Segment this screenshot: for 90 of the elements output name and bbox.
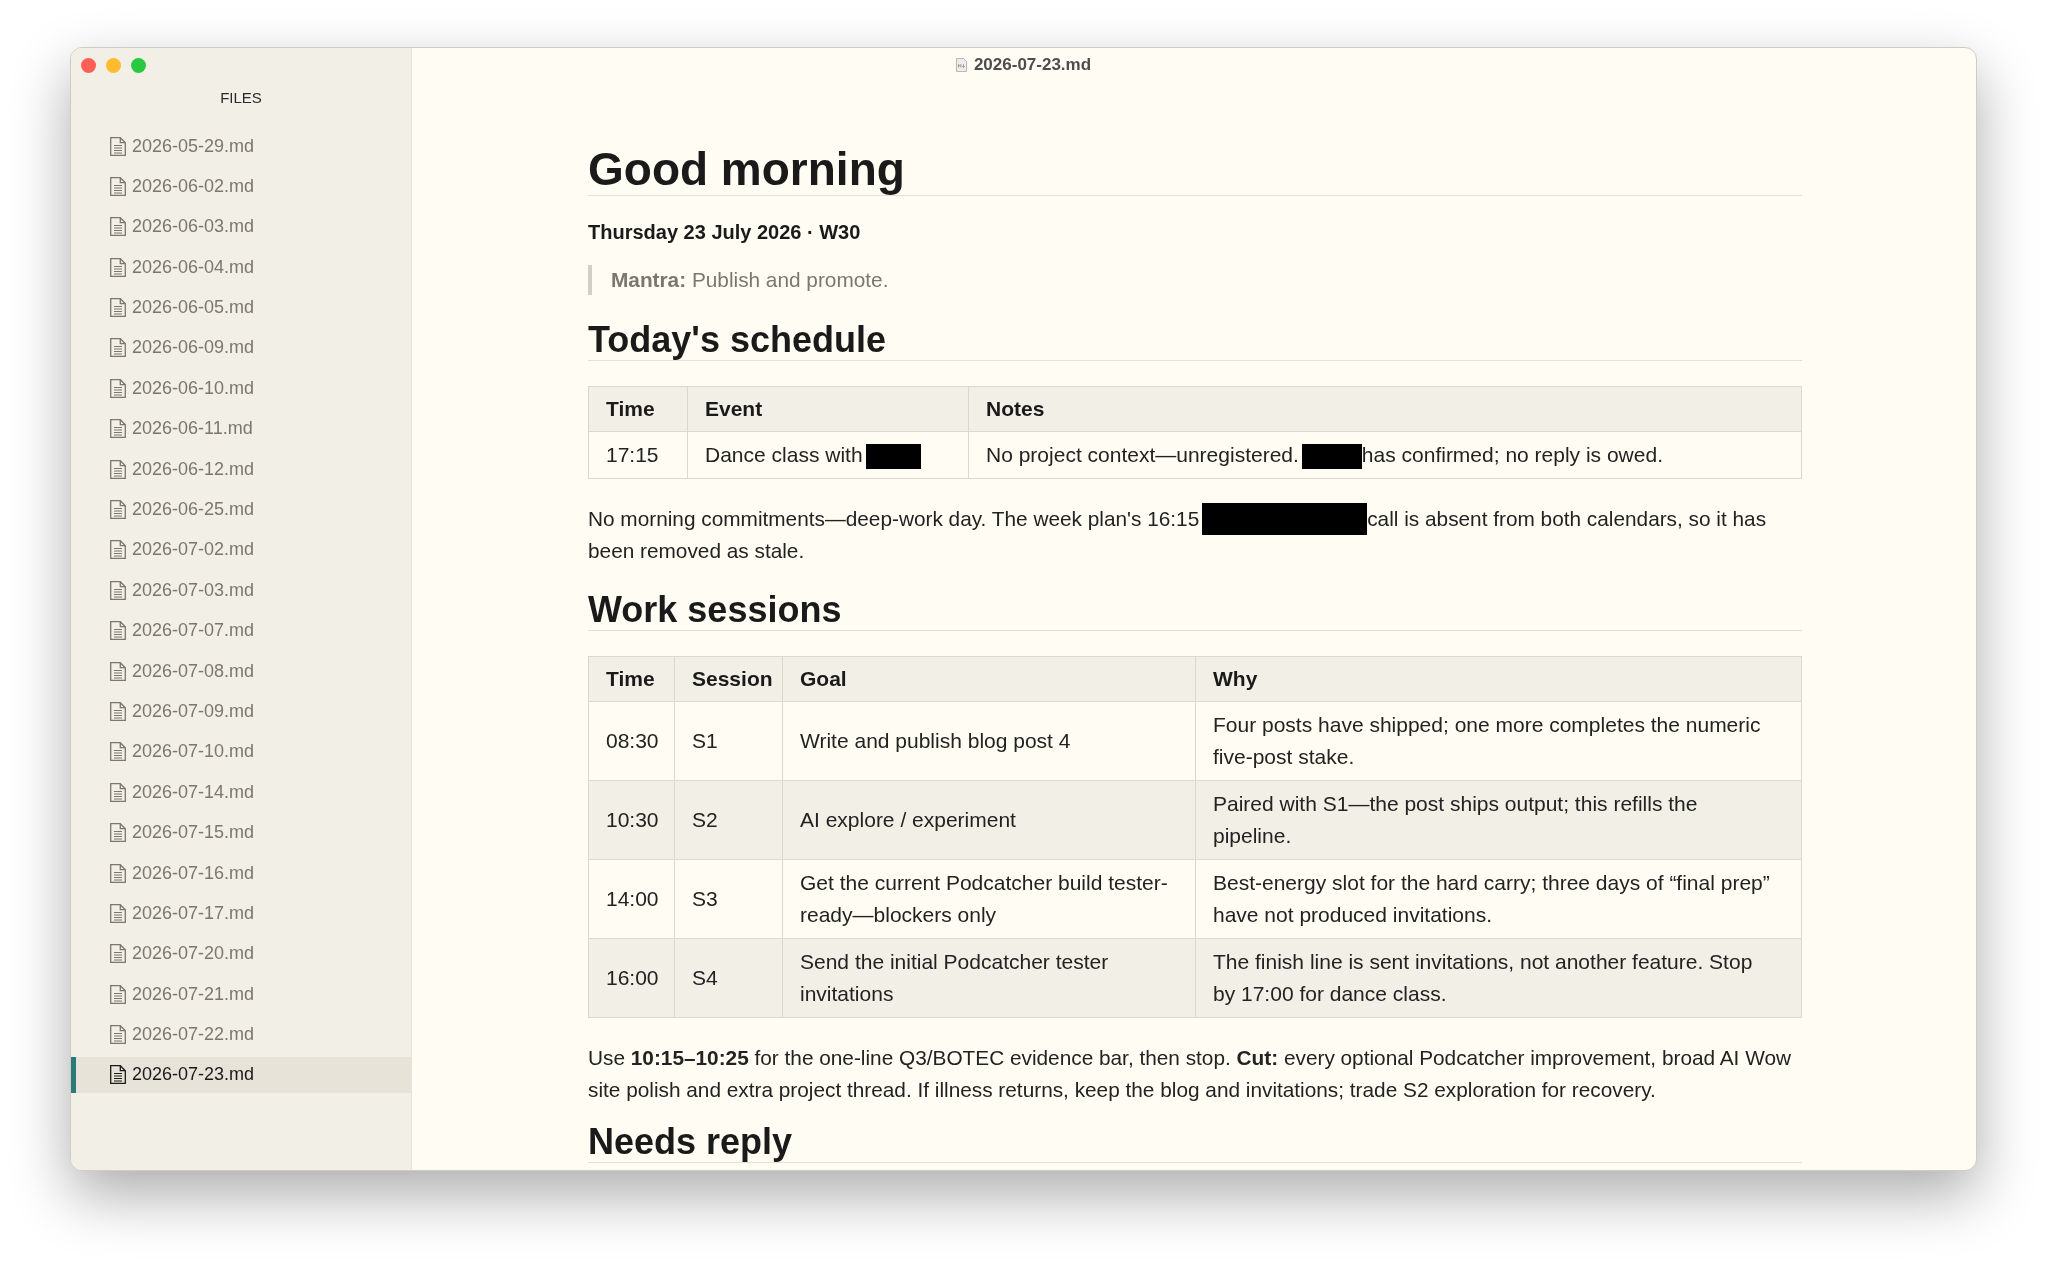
- section-heading: Today's schedule: [588, 320, 1802, 361]
- file-icon: [110, 903, 126, 923]
- file-icon: [110, 621, 126, 641]
- file-icon: [110, 863, 126, 883]
- date-line: Thursday 23 July 2026 · W30: [588, 220, 862, 245]
- column-header: Event: [687, 386, 969, 432]
- column-header: Time: [588, 386, 688, 432]
- file-icon: [110, 257, 126, 277]
- file-list-item[interactable]: 2026-07-08.md: [71, 653, 411, 690]
- file-icon: [110, 782, 126, 802]
- table-cell: Dance class with: [687, 431, 969, 479]
- minimize-button[interactable]: [106, 58, 121, 73]
- file-icon: [110, 217, 126, 237]
- file-icon: [110, 1025, 126, 1045]
- file-icon: [110, 701, 126, 721]
- file-list-item[interactable]: 2026-06-25.md: [71, 491, 411, 528]
- table-cell: Four posts have shipped; one more completes the numeric five-post stake.: [1195, 701, 1802, 781]
- file-list-item[interactable]: 2026-06-09.md: [71, 329, 411, 366]
- file-icon: [110, 540, 126, 560]
- file-list-item[interactable]: 2026-06-10.md: [71, 370, 411, 407]
- table-cell: 10:30: [588, 780, 675, 860]
- file-icon: [110, 378, 126, 398]
- file-list-item[interactable]: 2026-07-14.md: [71, 774, 411, 811]
- file-icon: [110, 944, 126, 964]
- table-cell: 17:15: [588, 431, 688, 479]
- file-list-item[interactable]: 2026-07-16.md: [71, 855, 411, 892]
- table-cell: The finish line is sent invitations, not another feature. Stop by 17:00 for dance class.: [1195, 938, 1802, 1018]
- file-list-item[interactable]: 2026-06-03.md: [71, 208, 411, 245]
- table-cell: No project context—unregistered. has confirmed; no reply is owed.: [968, 431, 1802, 479]
- table-cell: S3: [674, 859, 783, 939]
- redaction-bar: [1301, 443, 1362, 469]
- file-icon: [110, 580, 126, 600]
- column-header: Why: [1195, 656, 1802, 702]
- file-icon: [110, 459, 126, 479]
- file-icon: [110, 1065, 126, 1085]
- file-icon: [110, 661, 126, 681]
- file-list-item[interactable]: 2026-07-23.md: [71, 1057, 411, 1093]
- close-button[interactable]: [81, 58, 96, 73]
- file-list-item[interactable]: 2026-07-03.md: [71, 572, 411, 609]
- file-icon: [110, 419, 126, 439]
- file-list-item[interactable]: 2026-07-21.md: [71, 976, 411, 1013]
- table-cell: Write and publish blog post 4: [782, 701, 1196, 781]
- window-title: 2026-07-23.md: [973, 55, 1092, 75]
- file-list-item[interactable]: 2026-06-02.md: [71, 168, 411, 205]
- file-icon: [110, 338, 126, 358]
- file-list-item[interactable]: 2026-07-09.md: [71, 693, 411, 730]
- file-icon: [110, 742, 126, 762]
- file-list-item[interactable]: 2026-06-12.md: [71, 451, 411, 488]
- table-cell: 16:00: [588, 938, 675, 1018]
- table-cell: Send the initial Podcatcher tester invitations: [782, 938, 1196, 1018]
- table-cell: 08:30: [588, 701, 675, 781]
- table-cell: Paired with S1—the post ships output; this refills the pipeline.: [1195, 780, 1802, 860]
- file-icon: [110, 176, 126, 196]
- table-cell: S1: [674, 701, 783, 781]
- file-icon: [110, 984, 126, 1004]
- file-list-item[interactable]: 2026-07-10.md: [71, 733, 411, 770]
- column-header: Session: [674, 656, 783, 702]
- file-icon: [110, 500, 126, 519]
- paragraph: No morning commitments—deep-work day. The week plan's 16:15 call is absent from both calendars, so it has been removed as stale.: [588, 503, 1802, 567]
- maximize-button[interactable]: [131, 58, 146, 73]
- file-list-item[interactable]: 2026-07-17.md: [71, 895, 411, 932]
- file-list-item[interactable]: 2026-07-02.md: [71, 531, 411, 568]
- table-cell: 14:00: [588, 859, 675, 939]
- section-heading: Needs reply: [588, 1122, 1802, 1163]
- file-list-item[interactable]: 2026-07-22.md: [71, 1016, 411, 1053]
- file-list-item[interactable]: 2026-05-29.md: [71, 128, 411, 164]
- redaction-bar: [865, 443, 921, 469]
- section-heading: Work sessions: [588, 590, 1802, 631]
- table-cell: Best-energy slot for the hard carry; three days of “final prep” have not produced invitations.: [1195, 859, 1802, 939]
- file-list-item[interactable]: 2026-07-07.md: [71, 612, 411, 649]
- column-header: Notes: [968, 386, 1802, 432]
- file-icon: [955, 58, 967, 72]
- table-cell: AI explore / experiment: [782, 780, 1196, 860]
- column-header: Time: [588, 656, 675, 702]
- table-cell: S2: [674, 780, 783, 860]
- table-cell: Get the current Podcatcher build tester-ready—blockers only: [782, 859, 1196, 939]
- paragraph: Use 10:15–10:25 for the one-line Q3/BOTEC evidence bar, then stop. Cut: every optional Podcatcher improvement, broad AI Wow site polish and extra project thread. If illness returns, keep the blog and invitations; trade S2 exploration for recovery.: [588, 1045, 1792, 1103]
- file-list-item[interactable]: 2026-07-15.md: [71, 814, 411, 851]
- file-icon: [110, 823, 126, 843]
- page-heading: Good morning: [588, 143, 1802, 196]
- file-list-item[interactable]: 2026-06-11.md: [71, 410, 411, 447]
- file-icon: [110, 298, 126, 318]
- column-header: Goal: [782, 656, 1196, 702]
- file-list-item[interactable]: 2026-07-20.md: [71, 935, 411, 972]
- file-list-item[interactable]: 2026-06-05.md: [71, 289, 411, 326]
- blockquote: Mantra: Publish and promote.: [588, 265, 1802, 295]
- file-icon: [110, 136, 126, 156]
- sidebar-heading: FILES: [220, 88, 262, 108]
- table-cell: S4: [674, 938, 783, 1018]
- file-list-item[interactable]: 2026-06-04.md: [71, 249, 411, 286]
